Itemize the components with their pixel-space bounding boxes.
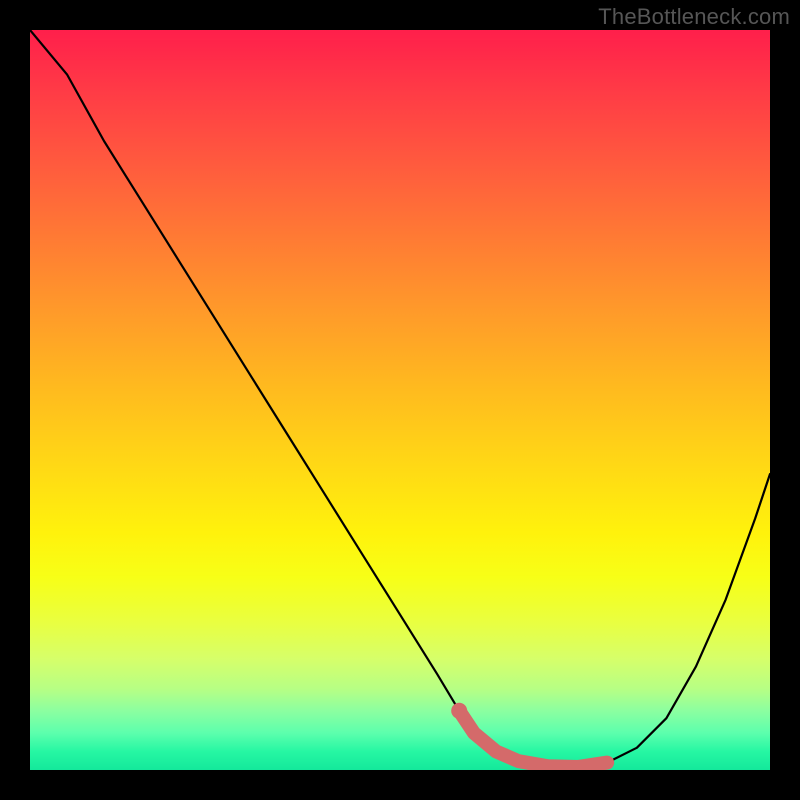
curve-layer: [30, 30, 770, 770]
bottleneck-curve: [30, 30, 770, 767]
valley-dot-left: [451, 703, 467, 719]
bottleneck-chart: TheBottleneck.com: [0, 0, 800, 800]
valley-highlight: [459, 711, 607, 767]
plot-area: [30, 30, 770, 770]
watermark-text: TheBottleneck.com: [598, 4, 790, 30]
